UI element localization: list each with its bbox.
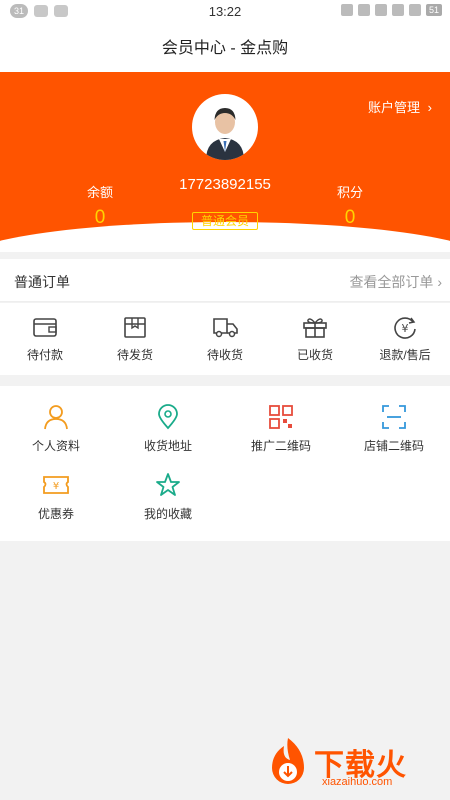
points-value: 0 bbox=[344, 207, 356, 228]
signal-icon-2 bbox=[408, 4, 421, 16]
points-label: 积分 bbox=[336, 185, 363, 200]
qrcode-icon bbox=[269, 405, 293, 429]
order-item-label: 退款/售后 bbox=[379, 348, 431, 362]
coupon-icon: ¥ bbox=[43, 476, 69, 494]
status-bar: 31 13:22 51 bbox=[0, 0, 450, 25]
location-icon bbox=[158, 404, 178, 430]
orders-section-header: 普通订单 查看全部订单 › bbox=[0, 259, 450, 302]
flame-logo-icon bbox=[272, 738, 304, 784]
refund-icon: ¥ bbox=[394, 317, 416, 339]
svg-text:¥: ¥ bbox=[402, 322, 409, 335]
svg-text:¥: ¥ bbox=[53, 481, 59, 492]
order-item-label: 待发货 bbox=[116, 348, 153, 362]
balance-stat[interactable]: 余额 0 bbox=[60, 182, 140, 229]
profile-header: 账户管理 › 17723892155 普通会员 余额 0 积分 0 bbox=[0, 72, 450, 252]
page-title: 会员中心 - 金点购 bbox=[0, 25, 450, 72]
chevron-right-icon: › bbox=[427, 100, 432, 115]
person-icon bbox=[44, 405, 68, 430]
battery-icon: 51 bbox=[425, 4, 442, 16]
grid-item-address[interactable]: 收货地址 bbox=[112, 404, 224, 454]
view-all-orders-label: 查看全部订单 bbox=[349, 274, 434, 290]
grid-item-label: 优惠券 bbox=[37, 507, 74, 521]
grid-item-label: 收货地址 bbox=[143, 439, 192, 453]
avatar[interactable] bbox=[192, 94, 258, 160]
order-item-label: 已收货 bbox=[296, 348, 333, 362]
order-item-label: 待付款 bbox=[26, 348, 63, 362]
scan-icon bbox=[382, 405, 406, 429]
grid-item-promo-qrcode[interactable]: 推广二维码 bbox=[225, 404, 337, 454]
balance-label: 余额 bbox=[86, 185, 113, 200]
member-level-badge: 普通会员 bbox=[192, 212, 258, 230]
account-management-label: 账户管理 bbox=[368, 100, 421, 115]
truck-icon bbox=[213, 318, 238, 338]
grid-item-profile[interactable]: 个人资料 bbox=[0, 404, 112, 454]
wifi-icon bbox=[374, 4, 387, 16]
grid-item-label: 我的收藏 bbox=[143, 507, 192, 521]
grid-item-label: 个人资料 bbox=[31, 439, 80, 453]
watermark-logo: 下载火 xiazaihuo.com bbox=[264, 734, 444, 794]
order-refund-aftersale[interactable]: ¥ 退款/售后 bbox=[360, 303, 450, 375]
watermark-site: xiazaihuo.com bbox=[322, 776, 393, 788]
order-pending-shipment[interactable]: 待发货 bbox=[90, 303, 180, 375]
grid-item-store-qrcode[interactable]: 店铺二维码 bbox=[338, 404, 450, 454]
alarm-icon bbox=[340, 4, 353, 16]
wallet-icon bbox=[33, 318, 57, 337]
order-status-row: 待付款 待发货 待收货 已收货 ¥ 退款/售后 bbox=[0, 303, 450, 375]
vibrate-icon bbox=[357, 4, 370, 16]
signal-icon bbox=[391, 4, 404, 16]
balance-value: 0 bbox=[94, 207, 106, 228]
gift-icon bbox=[303, 318, 327, 338]
grid-item-label: 推广二维码 bbox=[250, 439, 311, 453]
order-pending-payment[interactable]: 待付款 bbox=[0, 303, 90, 375]
chevron-right-icon: › bbox=[437, 274, 442, 290]
view-all-orders-link[interactable]: 查看全部订单 › bbox=[349, 272, 442, 292]
avatar-person-icon bbox=[206, 108, 244, 160]
grid-item-coupon[interactable]: ¥ 优惠券 bbox=[0, 472, 112, 522]
star-icon bbox=[156, 473, 180, 496]
orders-title: 普通订单 bbox=[14, 274, 70, 290]
grid-item-favorites[interactable]: 我的收藏 bbox=[112, 472, 224, 522]
order-item-label: 待收货 bbox=[206, 348, 243, 362]
grid-item-label: 店铺二维码 bbox=[363, 439, 424, 453]
account-management-link[interactable]: 账户管理 › bbox=[368, 97, 432, 116]
feature-grid: 个人资料 收货地址 推广二维码 店铺二维码 ¥ 优惠券 我的收藏 bbox=[0, 386, 450, 541]
order-pending-receipt[interactable]: 待收货 bbox=[180, 303, 270, 375]
box-icon bbox=[124, 317, 146, 338]
points-stat[interactable]: 积分 0 bbox=[310, 182, 390, 229]
order-received[interactable]: 已收货 bbox=[270, 303, 360, 375]
